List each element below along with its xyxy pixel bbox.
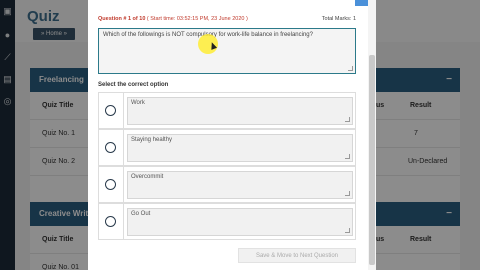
option-radio[interactable] bbox=[105, 179, 116, 190]
close-icon[interactable] bbox=[355, 0, 368, 6]
resize-handle-icon[interactable] bbox=[345, 191, 350, 196]
resize-handle-icon[interactable] bbox=[345, 154, 350, 159]
option-text-box: Overcommit bbox=[127, 171, 353, 199]
question-text-box: Which of the followings is NOT compulsor… bbox=[98, 28, 356, 74]
option-row[interactable]: Staying healthy bbox=[98, 129, 356, 166]
option-label: Go Out bbox=[131, 211, 151, 217]
option-radio[interactable] bbox=[105, 142, 116, 153]
question-header: Question # 1 of 10 ( Start time: 03:52:1… bbox=[98, 16, 358, 26]
option-text-box: Go Out bbox=[127, 208, 353, 236]
question-number: Question # 1 of 10 bbox=[98, 16, 146, 22]
option-label: Overcommit bbox=[131, 174, 164, 180]
option-text-box: Work bbox=[127, 97, 353, 125]
resize-handle-icon[interactable] bbox=[345, 117, 350, 122]
save-next-button[interactable]: Save & Move to Next Question bbox=[238, 248, 356, 263]
start-time: ( Start time: 03:52:15 PM, 23 June 2020 … bbox=[146, 16, 248, 22]
question-modal: Question # 1 of 10 ( Start time: 03:52:1… bbox=[88, 0, 368, 270]
resize-handle-icon[interactable] bbox=[348, 66, 353, 71]
option-radio[interactable] bbox=[105, 216, 116, 227]
scroll-thumb[interactable] bbox=[369, 55, 375, 265]
total-marks: Total Marks: 1 bbox=[321, 16, 356, 22]
option-radio[interactable] bbox=[105, 105, 116, 116]
option-row[interactable]: Overcommit bbox=[98, 166, 356, 203]
modal-scrollbar[interactable] bbox=[368, 0, 376, 270]
option-row[interactable]: Go Out bbox=[98, 203, 356, 240]
option-row[interactable]: Work bbox=[98, 92, 356, 129]
option-text-box: Staying healthy bbox=[127, 134, 353, 162]
option-label: Work bbox=[131, 100, 145, 106]
select-option-label: Select the correct option bbox=[98, 82, 169, 88]
resize-handle-icon[interactable] bbox=[345, 228, 350, 233]
option-label: Staying healthy bbox=[131, 137, 173, 143]
